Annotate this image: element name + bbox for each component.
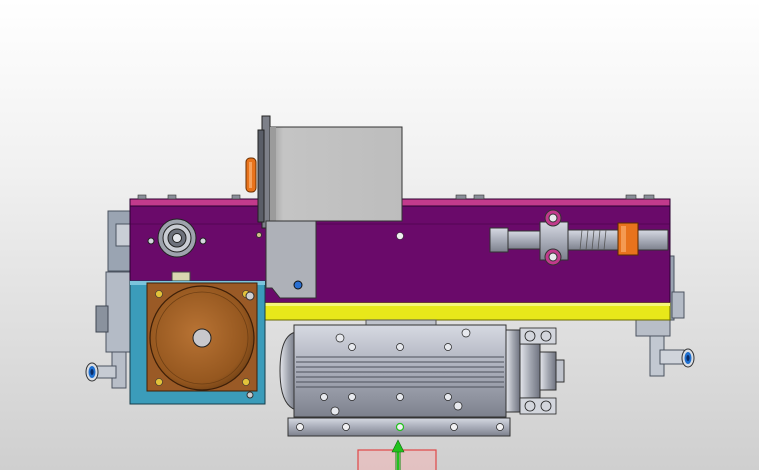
left-air-fitting-icon [85,362,99,382]
orange-block[interactable] [617,222,639,256]
yellow-rail[interactable] [263,302,671,327]
left-side-fittings[interactable] [85,210,133,389]
cad-drawing[interactable] [0,0,759,470]
orange-indicator-icon [245,157,257,193]
right-air-fitting-icon [681,348,695,368]
cad-viewport[interactable] [0,0,759,470]
spindle-motor[interactable] [279,324,565,437]
